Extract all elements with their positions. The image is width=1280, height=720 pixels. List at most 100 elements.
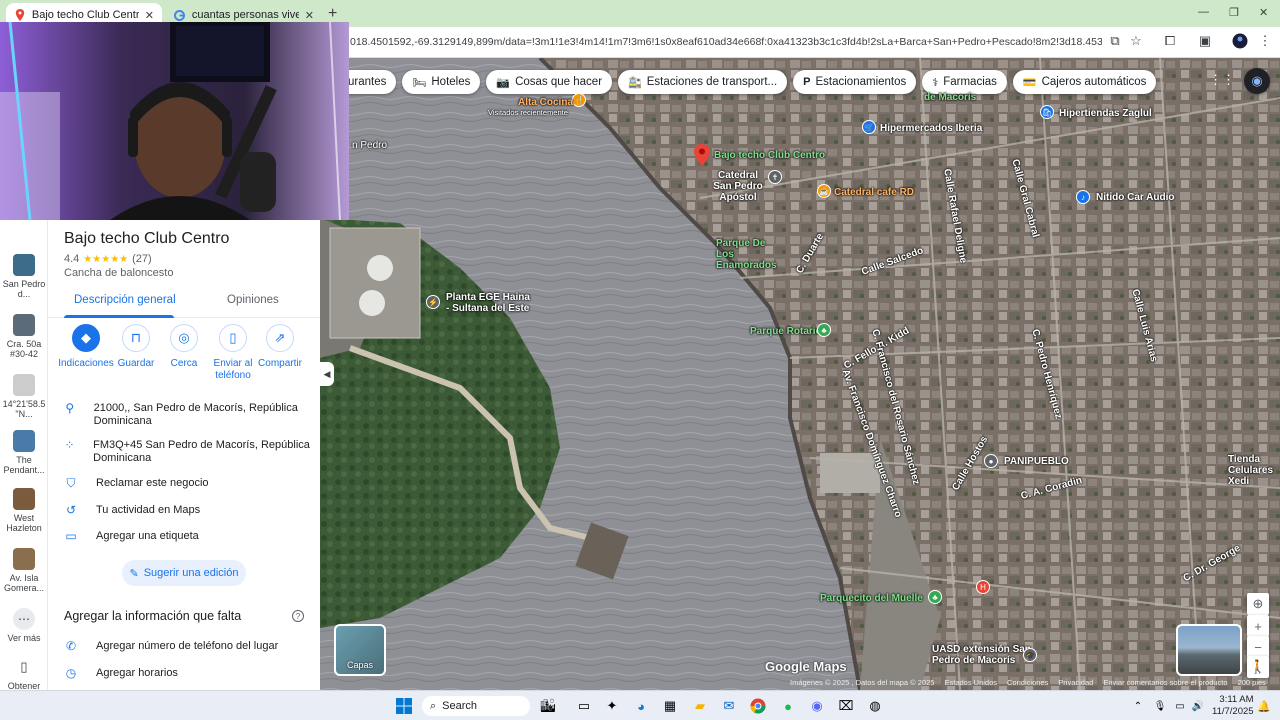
street-view-thumbnail[interactable]	[1176, 624, 1242, 676]
tab-reviews[interactable]: Opiniones	[227, 294, 279, 306]
tab-overview[interactable]: Descripción general	[74, 294, 176, 306]
chip-hotels[interactable]: 🛏 Hoteles	[402, 70, 481, 94]
car-audio-icon[interactable]: ♪	[1076, 190, 1090, 204]
see-more-button[interactable]: ⋯ Ver más	[0, 608, 48, 643]
app-icon[interactable]: ⌧	[836, 696, 856, 716]
chevron-up-icon[interactable]: ⌃	[1128, 696, 1148, 716]
poi-bajo-techo[interactable]: Bajo techo Club Centro	[714, 150, 825, 161]
my-location-icon[interactable]: ⊕	[1247, 593, 1269, 615]
plus-code-row[interactable]: ⁘ FM3Q+45 San Pedro de Macorís, Repúblic…	[64, 439, 314, 465]
pegman-icon[interactable]: 🚶	[1247, 656, 1269, 678]
menu-kebab-icon[interactable]: ⋮	[1256, 33, 1274, 51]
sidepanel-icon[interactable]: ▣	[1196, 33, 1214, 51]
address-row[interactable]: ⚲ 21000,, San Pedro de Macorís, Repúblic…	[64, 402, 314, 428]
network-icon[interactable]: ▭	[1170, 696, 1190, 716]
poi-hipertiendas[interactable]: Hipertiendas Zaglul	[1059, 108, 1152, 119]
claim-business-row[interactable]: ⛉ Reclamar este negocio	[64, 477, 314, 490]
microphone-icon[interactable]: 🎙	[1150, 696, 1170, 716]
selected-place-pin-icon[interactable]	[694, 144, 710, 166]
poi-panipueblo[interactable]: PANIPUEBLO	[1004, 456, 1069, 467]
nearby-button[interactable]: ◎ Cerca	[156, 324, 212, 370]
account-avatar-icon[interactable]: ◉	[1244, 68, 1270, 94]
store-icon[interactable]: 🛍	[1040, 105, 1054, 119]
poi-catedral[interactable]: Catedral San Pedro Apóstol	[708, 170, 768, 203]
profile-avatar-icon[interactable]	[1231, 33, 1249, 51]
factory-icon[interactable]: ⚡	[426, 295, 440, 309]
chip-things-to-do[interactable]: 📷 Cosas que hacer	[486, 70, 613, 94]
restaurant-icon[interactable]: 🍴	[572, 93, 586, 107]
poi-alta-cocina[interactable]: Alta Cocina	[518, 97, 573, 108]
taskbar-search[interactable]: ⌕ Search	[422, 696, 530, 716]
install-app-icon[interactable]: ⧉	[1106, 33, 1124, 51]
poi-catedral-cafe[interactable]: Catedral cafe RD	[834, 187, 914, 198]
hospital-icon[interactable]: H	[976, 580, 990, 594]
windows-start-icon[interactable]	[394, 696, 414, 716]
chip-atms[interactable]: 💳 Cajeros automáticos	[1012, 70, 1157, 94]
park-icon[interactable]: ♣	[928, 590, 942, 604]
poi-planta[interactable]: Planta EGE Haina - Sultana del Este	[446, 292, 536, 314]
chrome-icon[interactable]	[748, 696, 768, 716]
edge-icon[interactable]: ◕	[631, 696, 651, 716]
poi-uasd[interactable]: UASD extensión San Pedro de Macorís	[932, 644, 1032, 666]
rail-item-cra[interactable]: Cra. 50a #30-42	[0, 314, 48, 359]
poi-celulares[interactable]: Tienda Celulares Xedi	[1228, 454, 1280, 487]
zoom-out-button[interactable]: −	[1247, 636, 1269, 658]
copilot-icon[interactable]: ✦	[602, 696, 622, 716]
close-tab-icon[interactable]: ✕	[305, 9, 314, 22]
rail-item-west-hazleton[interactable]: West Hazleton	[0, 488, 48, 533]
add-phone-row[interactable]: ✆ Agregar número de teléfono del lugar	[64, 640, 314, 653]
suggest-edit-button[interactable]: ✎ Sugerir una edición	[122, 560, 246, 586]
poi-parque-enamorados[interactable]: Parque De Los Enamorados	[716, 238, 786, 271]
get-app-button[interactable]: ▯ Obtener	[0, 656, 48, 691]
poi-hipermercados[interactable]: Hipermercados Iberia	[880, 123, 982, 134]
review-count[interactable]: (27)	[132, 253, 152, 265]
task-view-icon[interactable]: ▭	[574, 696, 594, 716]
satellite-map[interactable]: Restaurantes 🛏 Hoteles 📷 Cosas que hacer 🚉…	[320, 58, 1280, 690]
help-icon[interactable]: ?	[292, 610, 304, 622]
discord-icon[interactable]: ◉	[807, 696, 827, 716]
volume-icon[interactable]: 🔊	[1188, 696, 1208, 716]
url-field[interactable]: 018.4501592,-69.3129149,899m/data=!3m1!1…	[350, 36, 1102, 48]
activity-row[interactable]: ↺ Tu actividad en Maps	[64, 504, 314, 517]
label-row[interactable]: ▭ Agregar una etiqueta	[64, 530, 314, 543]
park-icon[interactable]: ♣	[817, 323, 831, 337]
apps-grid-icon[interactable]: ⋮⋮	[1209, 70, 1235, 90]
share-button[interactable]: ⇗ Compartir	[252, 324, 308, 370]
layers-button[interactable]: Capas	[334, 624, 386, 676]
poi-parquecito[interactable]: Parquecito del Muelle	[820, 593, 923, 604]
file-explorer-icon[interactable]: ▰	[690, 696, 710, 716]
rail-item-pendant[interactable]: The Pendant...	[0, 430, 48, 475]
rail-item-coords[interactable]: 14°21'58.5 "N...	[0, 374, 48, 419]
footer-terms[interactable]: Condiciones	[1007, 678, 1048, 687]
poi-nitido[interactable]: Nitido Car Audio	[1096, 192, 1175, 203]
collapse-panel-button[interactable]: ◀	[320, 362, 334, 386]
taskbar-clock[interactable]: 3:11 AM 11/7/2025	[1212, 694, 1254, 718]
place-category[interactable]: Cancha de baloncesto	[64, 267, 173, 279]
extensions-icon[interactable]: ⧠	[1161, 33, 1179, 51]
bookmark-star-icon[interactable]: ☆	[1127, 33, 1145, 51]
footer-scale[interactable]: 200 pies	[1238, 678, 1266, 687]
shopping-icon[interactable]: 🛒	[862, 120, 876, 134]
minimize-icon[interactable]: —	[1198, 6, 1209, 18]
rail-item-san-pedro[interactable]: San Pedro d...	[0, 254, 48, 299]
notifications-icon[interactable]: 🔔	[1254, 696, 1274, 716]
school-icon[interactable]: 🎓	[1023, 648, 1037, 662]
add-hours-row[interactable]: ◷ Agregar horarios	[64, 667, 314, 680]
spotify-icon[interactable]: ●	[778, 696, 798, 716]
bakery-icon[interactable]: ●	[984, 454, 998, 468]
footer-feedback[interactable]: Enviar comentarios sobre el producto	[1103, 678, 1227, 687]
directions-button[interactable]: ◆ Indicaciones	[58, 324, 114, 370]
church-icon[interactable]: ✝	[768, 170, 782, 184]
chip-parking[interactable]: P Estacionamientos	[793, 70, 917, 94]
footer-country[interactable]: Estados Unidos	[944, 678, 997, 687]
new-tab-button[interactable]: +	[328, 5, 337, 23]
zoom-in-button[interactable]: +	[1247, 615, 1269, 637]
footer-privacy[interactable]: Privacidad	[1058, 678, 1093, 687]
obs-icon[interactable]: ◍	[865, 696, 885, 716]
widgets-icon[interactable]: 🏙	[538, 696, 558, 716]
maximize-icon[interactable]: ❐	[1229, 6, 1239, 19]
rail-item-isla-gomera[interactable]: Av. Isla Gomera...	[0, 548, 48, 593]
cafe-icon[interactable]: ☕	[817, 184, 831, 198]
store-icon[interactable]: ▦	[660, 696, 680, 716]
outlook-icon[interactable]: ✉	[719, 696, 739, 716]
